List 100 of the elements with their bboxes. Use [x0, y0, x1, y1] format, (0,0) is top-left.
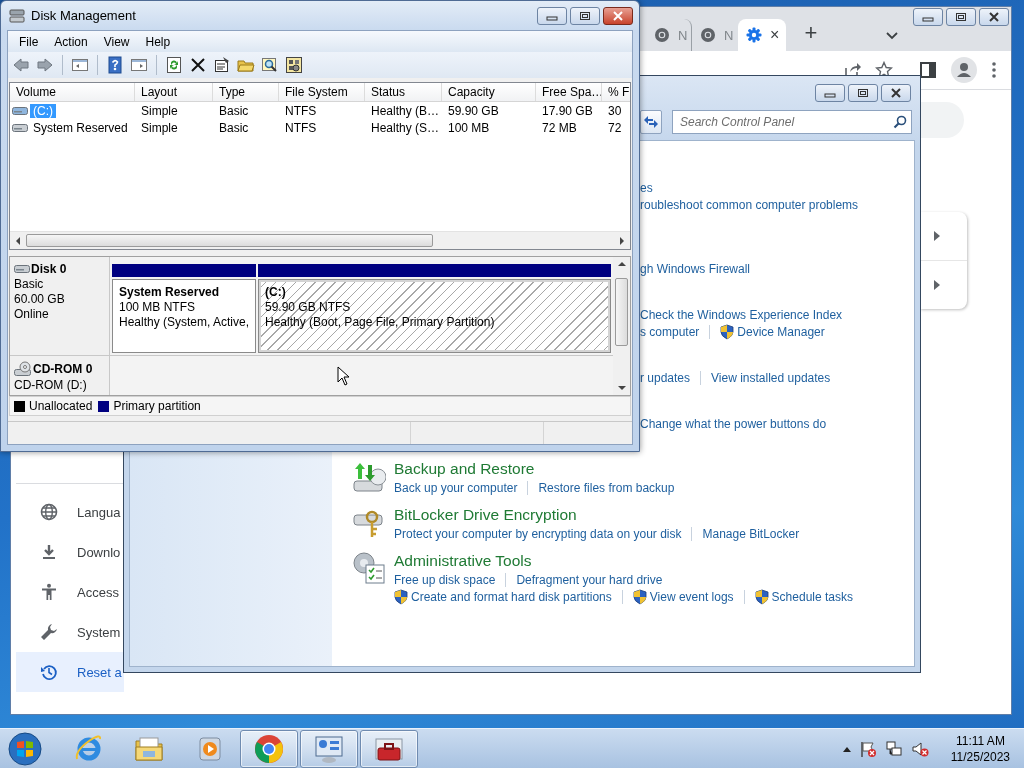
column-header[interactable]: Free Spa…: [536, 83, 602, 101]
link[interactable]: View installed updates: [711, 370, 831, 385]
sidebar-icon[interactable]: [919, 61, 937, 79]
column-header[interactable]: Capacity: [442, 83, 536, 101]
disk-info: Basic: [14, 277, 45, 291]
sidebar-item[interactable]: Access: [16, 572, 124, 612]
link[interactable]: s computer: [640, 324, 700, 339]
table-cell-text: NTFS: [284, 103, 318, 118]
browser-tab[interactable]: ×: [738, 19, 786, 51]
disk-info: CD-ROM (D:): [14, 378, 88, 392]
maximize-button[interactable]: [946, 8, 976, 26]
circle-logo-icon: [253, 732, 285, 765]
clock-date[interactable]: 11/25/2023: [950, 748, 1010, 765]
scrollbar-thumb[interactable]: [26, 234, 433, 247]
caret-right-icon[interactable]: [934, 280, 940, 290]
network-icon[interactable]: [884, 739, 903, 758]
link[interactable]: Create and format hard disk partitions: [411, 589, 612, 604]
table-cell-text: Healthy (B…: [370, 103, 441, 118]
panel-icon[interactable]: [71, 56, 89, 74]
circle-logo-icon: [700, 27, 716, 43]
scroll-left-icon[interactable]: [14, 236, 22, 245]
scrollbar[interactable]: [10, 231, 630, 249]
category-title[interactable]: Administrative Tools: [394, 551, 853, 571]
table-cell-text: Simple: [140, 120, 179, 135]
speaker-icon[interactable]: [910, 739, 929, 758]
settings-icon[interactable]: [285, 56, 303, 74]
circle-logo-icon: [654, 27, 670, 43]
link[interactable]: Protect your computer by encrypting data on your disk: [394, 526, 682, 541]
category-title[interactable]: BitLocker Drive Encryption: [394, 505, 800, 525]
table-cell-text: 100 MB: [447, 120, 491, 135]
sidebar-item[interactable]: System: [16, 612, 124, 652]
maximize-icon: [955, 12, 967, 22]
delete-icon[interactable]: [189, 56, 207, 74]
column-header[interactable]: Type: [213, 83, 279, 101]
table-cell-text: 72: [607, 120, 623, 135]
link[interactable]: Schedule tasks: [771, 589, 853, 604]
back-arrow-icon[interactable]: [12, 56, 30, 74]
menu-item[interactable]: Help: [137, 32, 179, 51]
link[interactable]: Check the Windows Experience Index: [640, 307, 843, 322]
globe-icon: [40, 503, 58, 521]
column-header[interactable]: Layout: [135, 83, 213, 101]
partition-info: Healthy (System, Active,: [119, 315, 249, 329]
menu-item[interactable]: View: [95, 32, 138, 51]
menu-item[interactable]: File: [11, 32, 47, 51]
search-field[interactable]: [920, 102, 964, 138]
caret-right-icon[interactable]: [934, 231, 940, 241]
partition-info: 59.90 GB NTFS: [265, 300, 352, 314]
link[interactable]: Device Manager: [737, 324, 825, 339]
search-icon[interactable]: [261, 56, 279, 74]
partition-name: (C:): [265, 285, 287, 299]
drive-icon: [12, 121, 28, 134]
category-title[interactable]: Backup and Restore: [394, 459, 675, 479]
refresh-button[interactable]: [640, 110, 662, 134]
maximize-button[interactable]: [848, 84, 878, 102]
flag-icon[interactable]: [858, 739, 877, 758]
link[interactable]: Manage BitLocker: [702, 526, 800, 541]
clock-time[interactable]: 11:11 AM: [955, 732, 1005, 749]
close-button[interactable]: [603, 6, 633, 25]
close-button[interactable]: [979, 8, 1009, 26]
sidebar-item[interactable]: Reset a: [16, 652, 124, 692]
properties-icon[interactable]: [213, 56, 231, 74]
link[interactable]: Restore files from backup: [538, 480, 675, 495]
link[interactable]: gh Windows Firewall: [640, 261, 751, 276]
help-icon[interactable]: [106, 56, 124, 74]
scroll-down-icon[interactable]: [617, 384, 626, 392]
refresh-icon[interactable]: [165, 56, 183, 74]
link[interactable]: Free up disk space: [394, 572, 496, 587]
close-button[interactable]: [881, 84, 911, 102]
menu-item[interactable]: Action: [46, 32, 96, 51]
avatar-icon[interactable]: [951, 57, 977, 83]
scrollbar-thumb[interactable]: [615, 278, 628, 346]
window-title: Disk Management: [31, 8, 137, 23]
sidebar-item[interactable]: Downlo: [16, 532, 124, 572]
column-header[interactable]: Volume: [10, 83, 135, 101]
sidebar-item[interactable]: Langua: [16, 492, 124, 532]
column-header[interactable]: % F: [602, 83, 630, 101]
scroll-right-icon[interactable]: [618, 236, 626, 245]
menu-icon[interactable]: [991, 61, 997, 79]
link[interactable]: Back up your computer: [394, 480, 518, 495]
chevron-down-icon[interactable]: [885, 31, 899, 41]
link[interactable]: View event logs: [649, 589, 734, 604]
scroll-up-icon[interactable]: [617, 260, 626, 268]
link[interactable]: Defragment your hard drive: [516, 572, 663, 587]
partition-block[interactable]: (C:) 59.90 GB NTFS Healthy (Boot, Page File, Primary Partition): [258, 279, 611, 353]
table-cell-text: 59.90 GB: [447, 103, 500, 118]
link[interactable]: roubleshoot common computer problems: [640, 197, 859, 212]
taskbar-button[interactable]: [360, 729, 418, 768]
table-cell-text: Basic: [218, 120, 250, 135]
new-tab-button[interactable]: +: [798, 20, 824, 46]
column-header[interactable]: Status: [365, 83, 442, 101]
forward-arrow-icon[interactable]: [36, 56, 54, 74]
column-header[interactable]: File System: [279, 83, 365, 101]
link[interactable]: es: [640, 180, 653, 195]
columns-icon[interactable]: [130, 56, 148, 74]
partition-block[interactable]: System Reserved 100 MB NTFS Healthy (System, Active,: [112, 279, 256, 353]
link[interactable]: Change what the power buttons do: [640, 416, 827, 431]
up-caret-icon[interactable]: [842, 745, 851, 752]
link[interactable]: r updates: [640, 370, 691, 385]
gear-icon: [746, 27, 762, 43]
maximize-button[interactable]: [570, 6, 600, 25]
